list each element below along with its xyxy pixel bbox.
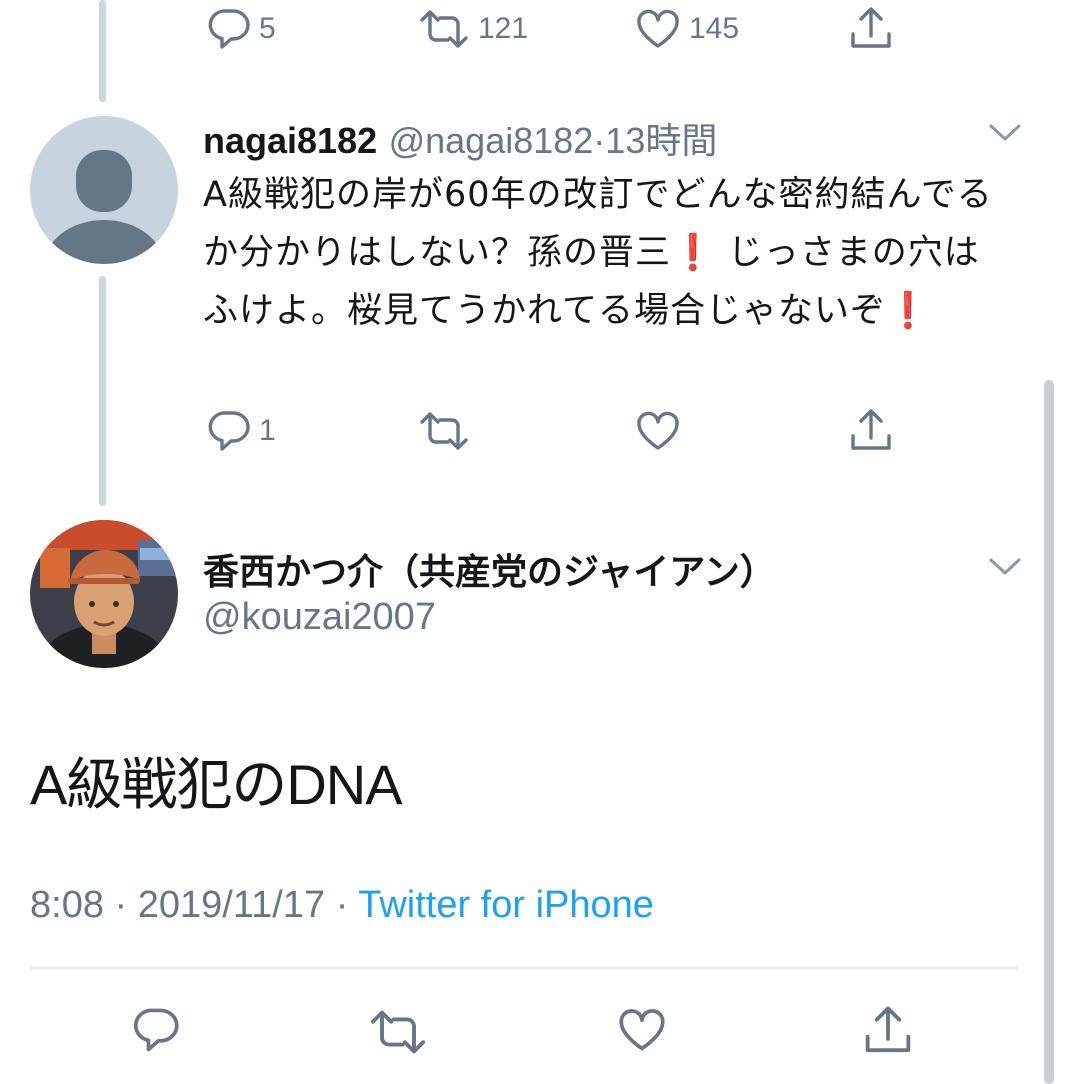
- reply-like-button[interactable]: [635, 410, 681, 452]
- main-handle[interactable]: @kouzai2007: [203, 596, 436, 639]
- thread-line-middle: [99, 276, 106, 506]
- reply-text: A級戦犯の岸が60年の改訂でどんな密約結んでるか分かりはしない？孫の晋三❗ じっ…: [203, 166, 1013, 340]
- retweet-icon: [418, 410, 470, 452]
- retweet-icon: [418, 8, 470, 50]
- main-like-button[interactable]: [617, 1006, 667, 1054]
- main-share-button[interactable]: [862, 1004, 914, 1058]
- share-icon: [862, 1004, 914, 1058]
- reply-count: 1: [259, 414, 276, 447]
- like-count: 145: [689, 12, 740, 45]
- reply-retweet-button[interactable]: [418, 410, 470, 452]
- tweet-date: 2019/11/17: [137, 884, 326, 926]
- reply-header: nagai8182 @nagai8182·13時間: [203, 112, 717, 164]
- reply-share-button[interactable]: [848, 408, 894, 454]
- top-like-button[interactable]: 145: [635, 8, 739, 50]
- reply-handle[interactable]: @nagai8182: [389, 120, 594, 161]
- chevron-down-icon: [988, 122, 1022, 144]
- scrollbar[interactable]: [1044, 380, 1054, 1084]
- chevron-down-icon: [988, 556, 1022, 578]
- retweet-icon: [368, 1008, 428, 1056]
- like-icon: [617, 1006, 667, 1054]
- reply-icon: [130, 1006, 180, 1054]
- reply-icon: [205, 410, 251, 452]
- main-tweet-text: A級戦犯のDNA: [30, 753, 403, 816]
- share-icon: [848, 408, 894, 454]
- main-reply-button[interactable]: [130, 1006, 180, 1054]
- main-menu-button[interactable]: [988, 556, 1022, 578]
- top-share-button[interactable]: [848, 6, 894, 52]
- top-retweet-button[interactable]: 121: [418, 8, 528, 50]
- thread-line-top: [99, 0, 106, 102]
- tweet-source-link[interactable]: Twitter for iPhone: [358, 884, 654, 926]
- like-icon: [635, 410, 681, 452]
- exclamation-emoji: ❗: [671, 233, 716, 273]
- meta-separator: ·: [335, 884, 349, 926]
- reply-count: 5: [259, 12, 276, 45]
- avatar[interactable]: [30, 520, 178, 668]
- tweet-time: 8:08: [30, 884, 104, 926]
- meta-separator: ·: [114, 884, 128, 926]
- retweet-count: 121: [478, 12, 529, 45]
- main-display-name[interactable]: 香西かつ介（共産党のジャイアン）: [203, 543, 776, 595]
- reply-display-name[interactable]: nagai8182: [203, 120, 377, 161]
- default-avatar-icon: [44, 150, 164, 264]
- like-icon: [635, 8, 681, 50]
- reply-menu-button[interactable]: [988, 122, 1022, 144]
- main-retweet-button[interactable]: [368, 1008, 428, 1056]
- reply-reply-button[interactable]: 1: [205, 410, 276, 452]
- reply-separator: ·: [593, 120, 606, 161]
- profile-photo: [30, 520, 178, 668]
- reply-icon: [205, 8, 251, 50]
- share-icon: [848, 6, 894, 52]
- avatar[interactable]: [30, 116, 178, 264]
- reply-time[interactable]: 13時間: [605, 120, 717, 161]
- divider: [30, 967, 1018, 969]
- top-reply-button[interactable]: 5: [205, 8, 276, 50]
- tweet-timestamp-line: 8:08 · 2019/11/17 · Twitter for iPhone: [30, 884, 654, 927]
- exclamation-emoji: ❗: [885, 291, 931, 331]
